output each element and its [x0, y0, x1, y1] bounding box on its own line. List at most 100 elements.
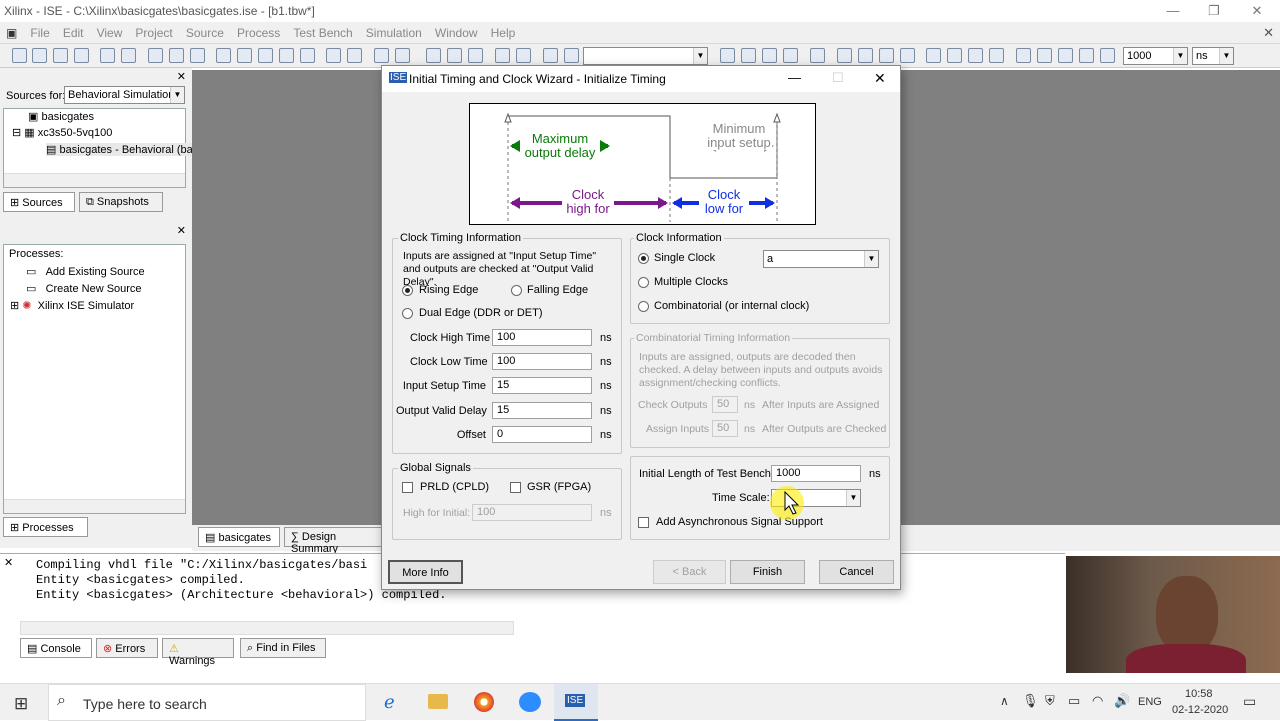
cancel-button[interactable]: Cancel — [819, 560, 894, 584]
chevron-down-icon[interactable]: ▼ — [693, 48, 707, 64]
tile-horizontal-icon[interactable] — [741, 48, 756, 63]
open-icon[interactable] — [32, 48, 47, 63]
pointer-icon[interactable] — [374, 48, 389, 63]
tab-find-in-files[interactable]: ⌕ Find in Files — [240, 638, 326, 658]
chevron-down-icon[interactable]: ▼ — [846, 490, 860, 506]
menu-source[interactable]: Source — [181, 22, 229, 44]
menu-simulation[interactable]: Simulation — [361, 22, 427, 44]
chevron-down-icon[interactable]: ▼ — [1173, 48, 1187, 64]
clock-low-time-input[interactable]: 100 — [492, 353, 592, 370]
tab-snapshots[interactable]: ⧉ Snapshots — [79, 192, 163, 212]
chevron-down-icon[interactable]: ▼ — [864, 251, 878, 267]
sim-time-combo[interactable]: 1000 ▼ — [1123, 47, 1188, 65]
zoom-app-icon[interactable] — [519, 692, 541, 712]
implement-icon[interactable] — [216, 48, 231, 63]
output-valid-delay-input[interactable]: 15 — [492, 402, 592, 419]
edit-source-icon[interactable] — [169, 48, 184, 63]
finish-button[interactable]: Finish — [730, 560, 805, 584]
signal-icon[interactable] — [837, 48, 852, 63]
zoom-out-icon[interactable] — [947, 48, 962, 63]
close-icon[interactable]: ✕ — [177, 224, 186, 237]
window-icon[interactable] — [783, 48, 798, 63]
tree-item-module[interactable]: ▤ basicgates - Behavioral (bas — [46, 143, 199, 156]
menu-file[interactable]: File — [25, 22, 54, 44]
security-icon[interactable]: ⛨ — [1045, 693, 1055, 709]
minimize-icon[interactable]: — — [1158, 2, 1188, 20]
notifications-icon[interactable]: ▭ — [1243, 693, 1256, 710]
map-icon[interactable] — [258, 48, 273, 63]
menu-test-bench[interactable]: Test Bench — [288, 22, 357, 44]
falling-edge-radio[interactable] — [511, 285, 522, 296]
bench-length-input[interactable]: 1000 — [771, 465, 861, 482]
horizontal-scrollbar[interactable] — [20, 621, 514, 635]
chevron-up-icon[interactable]: ∧ — [1000, 694, 1009, 708]
process-ise-simulator[interactable]: ⊞ ✺ Xilinx ISE Simulator — [10, 299, 134, 312]
new-source-icon[interactable] — [148, 48, 163, 63]
dual-edge-radio[interactable] — [402, 308, 413, 319]
menu-help[interactable]: Help — [486, 22, 521, 44]
process-add-existing[interactable]: ▭ Add Existing Source — [26, 265, 145, 278]
menu-edit[interactable]: Edit — [58, 22, 89, 44]
print-icon[interactable] — [100, 48, 115, 63]
menu-window[interactable]: Window — [430, 22, 483, 44]
copy-icon[interactable] — [447, 48, 462, 63]
offset-input[interactable]: 0 — [492, 426, 592, 443]
edge-icon[interactable]: ℯ — [384, 692, 395, 713]
menu-process[interactable]: Process — [232, 22, 285, 44]
tab-warnings[interactable]: ⚠ Warnings — [162, 638, 234, 667]
doc-close-icon[interactable]: ✕ — [1263, 25, 1274, 41]
clock-signal-select[interactable]: a ▼ — [763, 250, 879, 268]
menu-project[interactable]: Project — [130, 22, 177, 44]
synthesize-icon[interactable] — [237, 48, 252, 63]
clock-high-time-input[interactable]: 100 — [492, 329, 592, 346]
find-icon[interactable] — [543, 48, 558, 63]
volume-icon[interactable]: 🔊 — [1114, 693, 1130, 709]
paste-icon[interactable] — [468, 48, 483, 63]
doc-tab-basicgates[interactable]: ▤ basicgates — [198, 527, 280, 547]
cut-icon[interactable] — [426, 48, 441, 63]
tab-sources[interactable]: ⊞ Sources — [3, 192, 75, 212]
close-icon[interactable]: ✕ — [177, 70, 186, 83]
tab-processes[interactable]: ⊞ Processes — [3, 517, 88, 537]
ise-taskbar-button[interactable]: ISE — [554, 684, 598, 721]
language-indicator[interactable]: ENG — [1138, 696, 1162, 708]
pause-icon[interactable] — [1037, 48, 1052, 63]
close-icon[interactable]: ✕ — [874, 70, 886, 87]
input-setup-time-input[interactable]: 15 — [492, 377, 592, 394]
battery-icon[interactable]: ▭ — [1068, 693, 1080, 709]
windows-start-icon[interactable]: ⊞ — [14, 694, 28, 714]
cascade-icon[interactable] — [720, 48, 735, 63]
print-preview-icon[interactable] — [121, 48, 136, 63]
lightbulb-icon[interactable] — [810, 48, 825, 63]
multiple-clocks-radio[interactable] — [638, 277, 649, 288]
tree-item-project[interactable]: ▣ basicgates — [28, 110, 94, 123]
gsr-checkbox[interactable] — [510, 482, 521, 493]
minimize-icon[interactable]: — — [788, 70, 801, 85]
chip-icon[interactable] — [347, 48, 362, 63]
tile-vertical-icon[interactable] — [762, 48, 777, 63]
save-icon[interactable] — [53, 48, 68, 63]
prld-checkbox[interactable] — [402, 482, 413, 493]
simulate-icon[interactable] — [1016, 48, 1031, 63]
restart-icon[interactable] — [1100, 48, 1115, 63]
tab-console[interactable]: ▤ Console — [20, 638, 92, 658]
chevron-down-icon[interactable]: ▼ — [1219, 48, 1233, 64]
tree-item-device[interactable]: ⊟ ▦ xc3s50-5vq100 — [12, 126, 112, 139]
sim-unit-combo[interactable]: ns ▼ — [1192, 47, 1234, 65]
route-icon[interactable] — [279, 48, 294, 63]
wrench-icon[interactable] — [326, 48, 341, 63]
step-icon[interactable] — [1058, 48, 1073, 63]
zoom-in-icon[interactable] — [926, 48, 941, 63]
clock-date[interactable]: 02-12-2020 — [1172, 704, 1228, 716]
taskbar-search-box[interactable]: ⌕ Type here to search — [48, 684, 366, 721]
remove-signal-icon[interactable] — [879, 48, 894, 63]
search-combo[interactable]: ▼ — [583, 47, 708, 65]
generate-icon[interactable] — [300, 48, 315, 63]
context-help-icon[interactable] — [395, 48, 410, 63]
chevron-down-icon[interactable]: ▼ — [170, 87, 184, 103]
zoom-fit-icon[interactable] — [968, 48, 983, 63]
undo-icon[interactable] — [495, 48, 510, 63]
single-clock-radio[interactable] — [638, 253, 649, 264]
restore-icon[interactable]: ❐ — [1199, 2, 1229, 20]
close-icon[interactable]: ✕ — [1242, 2, 1272, 20]
